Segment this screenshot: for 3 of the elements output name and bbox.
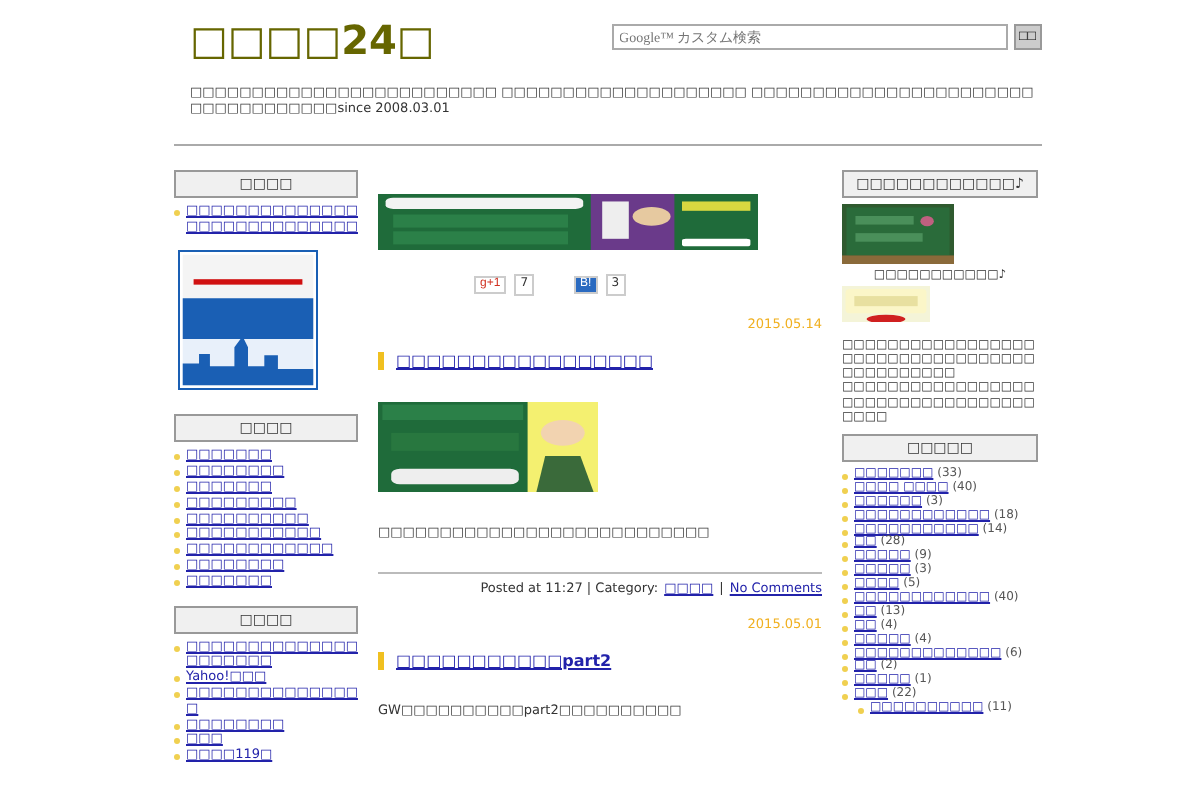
post-title[interactable]: □□□□□□□□□□□□□□□□□ [396,351,653,370]
site-title[interactable]: □□□□24□ [190,16,435,64]
post-title[interactable]: □□□□□□□□□□□part2 [396,651,612,670]
